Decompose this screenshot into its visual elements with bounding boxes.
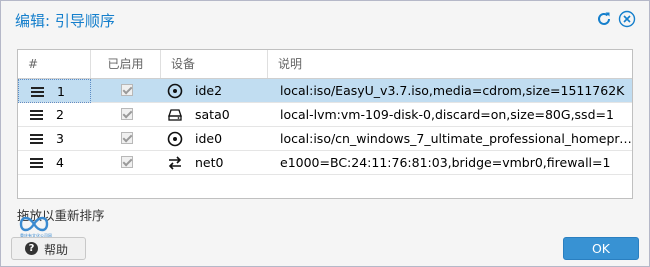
device-cell: ide0 [161, 127, 268, 151]
drag-handle-icon[interactable] [30, 158, 43, 168]
table-row[interactable]: 1 ide2 local:iso/EasyU_v3.7.iso,media=cd… [18, 79, 632, 103]
row-number: 2 [56, 107, 64, 122]
device-name: ide2 [195, 83, 223, 98]
device-name: ide0 [195, 131, 223, 146]
device-cell: ide2 [161, 79, 268, 103]
dialog-title: 编辑: 引导顺序 [15, 12, 115, 30]
boot-order-grid: # 已启用 设备 说明 1 ide2 local:iso/EasyU_v3.7.… [17, 49, 633, 199]
row-number-cell: 2 [18, 103, 91, 127]
disc-icon [167, 131, 183, 147]
description-cell: e1000=BC:24:11:76:81:03,bridge=vmbr0,fir… [280, 155, 611, 170]
boot-order-dialog: 编辑: 引导顺序 # 已启用 设备 说明 1 ide2 local:iso/Ea… [0, 0, 650, 267]
table-row[interactable]: 3 ide0 local:iso/cn_windows_7_ultimate_p… [18, 127, 632, 151]
dialog-titlebar: 编辑: 引导顺序 [1, 1, 649, 37]
network-icon [168, 156, 182, 170]
harddisk-icon [168, 109, 182, 121]
help-icon: ? [25, 242, 38, 255]
grid-header: # 已启用 设备 说明 [18, 50, 632, 79]
row-number-cell: 1 [18, 79, 91, 103]
device-name: net0 [195, 155, 224, 170]
enabled-checkbox[interactable] [121, 84, 133, 96]
enabled-cell [91, 127, 161, 151]
drag-handle-icon[interactable] [30, 134, 43, 144]
description-cell: local:iso/EasyU_v3.7.iso,media=cdrom,siz… [280, 83, 625, 98]
table-row[interactable]: 2 sata0 local-lvm:vm-109-disk-0,discard=… [18, 103, 632, 127]
row-number-cell: 4 [18, 151, 91, 175]
description-cell: local:iso/cn_windows_7_ultimate_professi… [280, 131, 632, 146]
close-icon[interactable] [618, 10, 636, 28]
device-cell: sata0 [161, 103, 268, 127]
description-cell: local-lvm:vm-109-disk-0,discard=on,size=… [280, 107, 614, 122]
drag-handle-icon[interactable] [31, 87, 44, 97]
column-header-device[interactable]: 设备 [161, 50, 268, 78]
reload-icon[interactable] [595, 10, 613, 28]
row-number: 3 [56, 131, 64, 146]
enabled-cell [91, 103, 161, 127]
enabled-cell [91, 79, 161, 103]
enabled-cell [91, 151, 161, 175]
enabled-checkbox[interactable] [121, 132, 133, 144]
disc-icon [167, 83, 183, 99]
row-number: 1 [57, 84, 65, 99]
ok-button[interactable]: OK [563, 237, 639, 260]
enabled-checkbox[interactable] [121, 156, 133, 168]
column-header-enabled[interactable]: 已启用 [91, 50, 161, 78]
device-cell: net0 [161, 151, 268, 175]
help-label: 帮助 [44, 243, 69, 257]
row-number-cell: 3 [18, 127, 91, 151]
column-header-number[interactable]: # [18, 50, 91, 78]
drag-handle-icon[interactable] [30, 110, 43, 120]
column-header-description[interactable]: 说明 [268, 50, 632, 78]
row-number: 4 [56, 155, 64, 170]
device-name: sata0 [195, 107, 230, 122]
help-button[interactable]: ? 帮助 [11, 237, 86, 260]
enabled-checkbox[interactable] [121, 108, 133, 120]
table-row[interactable]: 4 net0 e1000=BC:24:11:76:81:03,bridge=vm… [18, 151, 632, 175]
